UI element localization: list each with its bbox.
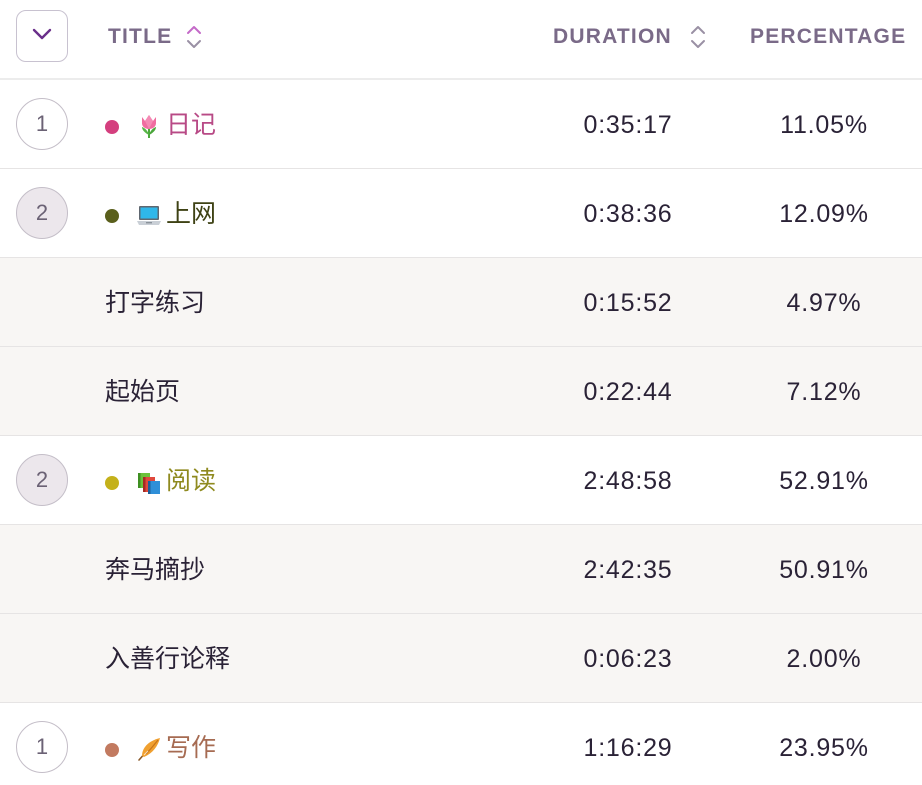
duration-value: 0:06:23 [583, 645, 673, 673]
laptop-icon [136, 202, 162, 228]
item-count-badge[interactable]: 2 [16, 454, 68, 506]
item-count-badge[interactable]: 1 [16, 721, 68, 773]
category-title[interactable]: 阅读 [166, 464, 216, 498]
expand-all-button[interactable] [16, 10, 68, 62]
category-title[interactable]: 日记 [166, 108, 216, 142]
table-row[interactable]: 1 日记 0:35:17 11.05% [0, 80, 922, 169]
table-row[interactable]: 2 阅读 2:48:58 52.91% [0, 436, 922, 525]
percentage-value: 11.05% [780, 111, 868, 139]
table-row[interactable]: 起始页 0:22:44 7.12% [0, 347, 922, 436]
percentage-value: 2.00% [786, 645, 862, 673]
subcategory-title[interactable]: 入善行论释 [105, 642, 230, 676]
books-icon [136, 469, 162, 495]
duration-value: 0:35:17 [583, 111, 673, 139]
table-row[interactable]: 入善行论释 0:06:23 2.00% [0, 614, 922, 703]
activity-table: TITLE DURATION PERCENTAGE 1 日记 0:35:17 1… [0, 0, 922, 785]
percentage-value: 52.91% [779, 467, 869, 495]
chevron-down-icon [31, 27, 53, 46]
duration-value: 0:38:36 [583, 200, 673, 228]
title-column-label[interactable]: TITLE [108, 25, 172, 49]
duration-value: 0:15:52 [583, 289, 673, 317]
table-row[interactable]: 打字练习 0:15:52 4.97% [0, 258, 922, 347]
percentage-column-header[interactable]: PERCENTAGE [750, 22, 906, 52]
category-color-dot [105, 476, 119, 490]
duration-value: 2:48:58 [583, 467, 673, 495]
subcategory-title[interactable]: 奔马摘抄 [105, 553, 205, 587]
subcategory-title[interactable]: 打字练习 [105, 286, 205, 320]
duration-column-label[interactable]: DURATION [553, 25, 672, 49]
title-column-header[interactable]: TITLE [108, 22, 202, 52]
duration-column-header[interactable]: DURATION [553, 22, 706, 52]
percentage-column-label[interactable]: PERCENTAGE [750, 25, 906, 49]
feather-icon [136, 736, 162, 762]
subcategory-title[interactable]: 起始页 [105, 375, 180, 409]
table-body: 1 日记 0:35:17 11.05% 2 上网 0:38:36 12.09% … [0, 80, 922, 785]
tulip-icon [136, 113, 162, 139]
duration-value: 2:42:35 [583, 556, 673, 584]
item-count-badge[interactable]: 2 [16, 187, 68, 239]
category-title[interactable]: 上网 [166, 197, 216, 231]
percentage-value: 12.09% [779, 200, 869, 228]
category-color-dot [105, 743, 119, 757]
category-color-dot [105, 120, 119, 134]
sort-icon[interactable] [186, 24, 202, 50]
category-color-dot [105, 209, 119, 223]
table-row[interactable]: 2 上网 0:38:36 12.09% [0, 169, 922, 258]
percentage-value: 50.91% [779, 556, 869, 584]
table-row[interactable]: 1 写作 1:16:29 23.95% [0, 703, 922, 785]
sort-icon[interactable] [690, 24, 706, 50]
item-count-badge[interactable]: 1 [16, 98, 68, 150]
percentage-value: 23.95% [779, 734, 869, 762]
duration-value: 0:22:44 [583, 378, 673, 406]
duration-value: 1:16:29 [583, 734, 673, 762]
table-row[interactable]: 奔马摘抄 2:42:35 50.91% [0, 525, 922, 614]
percentage-value: 4.97% [786, 289, 862, 317]
category-title[interactable]: 写作 [166, 731, 216, 765]
percentage-value: 7.12% [786, 378, 862, 406]
table-header: TITLE DURATION PERCENTAGE [0, 0, 922, 80]
